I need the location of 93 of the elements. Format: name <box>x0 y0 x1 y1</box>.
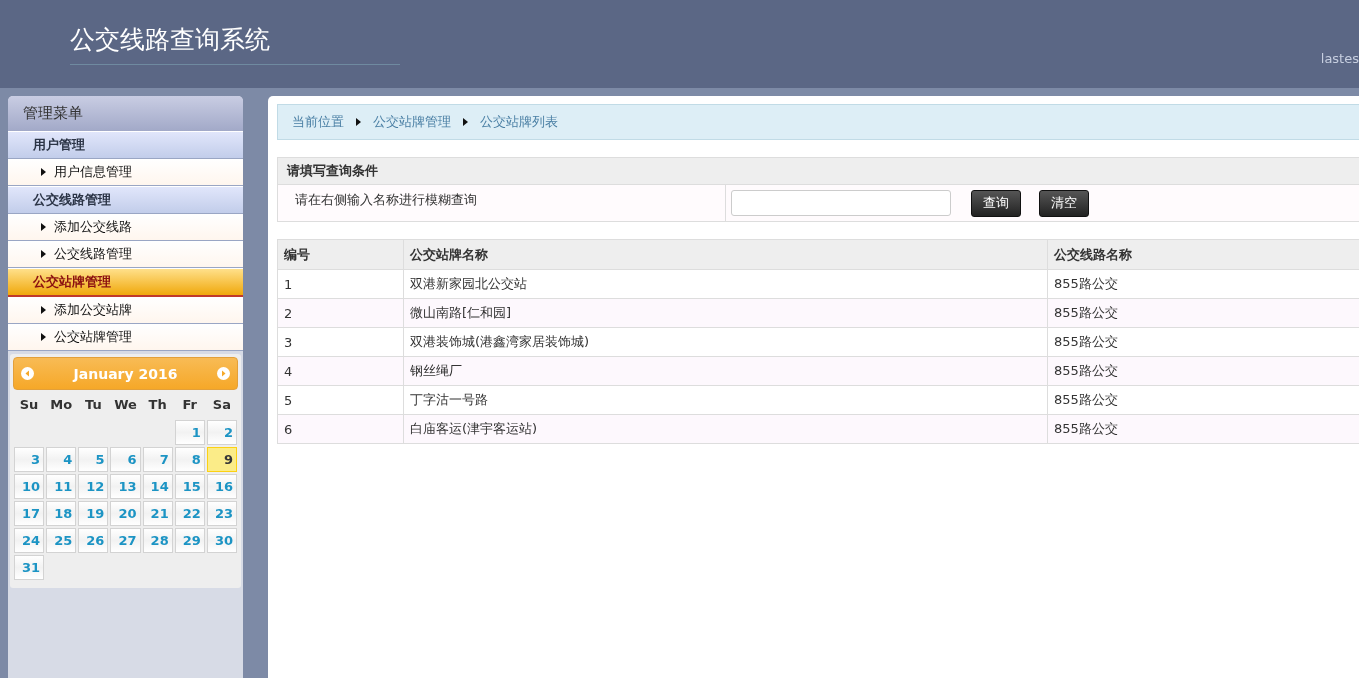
triangle-icon <box>356 118 361 126</box>
calendar-day[interactable]: 9 <box>206 447 237 472</box>
menu-item-label: 公交线路管理 <box>54 245 132 263</box>
column-header: 编号 <box>277 239 404 270</box>
calendar-day[interactable]: 8 <box>174 447 205 472</box>
triangle-icon <box>463 118 468 126</box>
menu-group[interactable]: 公交站牌管理 <box>8 268 243 297</box>
breadcrumb-link[interactable]: 公交站牌列表 <box>480 113 558 131</box>
calendar-day[interactable]: 10 <box>14 474 45 499</box>
system-title: 公交线路查询系统 <box>70 23 400 65</box>
table-cell: 4 <box>277 356 404 386</box>
table-cell: 855路公交 <box>1047 385 1359 415</box>
query-title: 请填写查询条件 <box>278 158 1359 185</box>
calendar-day[interactable]: 23 <box>206 501 237 526</box>
calendar-day[interactable]: 25 <box>46 528 77 553</box>
table-cell: 855路公交 <box>1047 356 1359 386</box>
menu-item[interactable]: 添加公交站牌 <box>8 297 243 324</box>
menu-item[interactable]: 公交站牌管理 <box>8 324 243 351</box>
calendar-day[interactable]: 24 <box>14 528 45 553</box>
breadcrumb-link[interactable]: 当前位置 <box>292 113 344 131</box>
table-cell: 微山南路[仁和园] <box>403 298 1048 328</box>
sidebar-title: 管理菜单 <box>8 96 243 131</box>
calendar-day[interactable]: 4 <box>46 447 77 472</box>
menu-item-label: 添加公交站牌 <box>54 301 132 319</box>
calendar-day[interactable]: 5 <box>78 447 109 472</box>
calendar-day[interactable]: 11 <box>46 474 77 499</box>
calendar-day[interactable]: 17 <box>14 501 45 526</box>
triangle-icon <box>41 333 46 341</box>
previous-icon[interactable] <box>21 367 34 380</box>
weekday-label: Tu <box>84 396 103 414</box>
search-field[interactable] <box>731 190 951 216</box>
calendar-day[interactable]: 12 <box>78 474 109 499</box>
calendar-day[interactable]: 2 <box>206 420 237 445</box>
calendar-day[interactable]: 1 <box>174 420 205 445</box>
table-cell: 3 <box>277 327 404 357</box>
triangle-icon <box>41 223 46 231</box>
calendar-day[interactable]: 21 <box>142 501 173 526</box>
weekday-label: Sa <box>211 396 232 414</box>
calendar-day[interactable]: 22 <box>174 501 205 526</box>
table-cell: 双港装饰城(港鑫湾家居装饰城) <box>403 327 1048 357</box>
menu-item-label: 添加公交线路 <box>54 218 132 236</box>
breadcrumb-link[interactable]: 公交站牌管理 <box>373 113 451 131</box>
calendar-day[interactable]: 15 <box>174 474 205 499</box>
triangle-icon <box>41 168 46 176</box>
menu-item[interactable]: 公交线路管理 <box>8 241 243 268</box>
triangle-icon <box>41 250 46 258</box>
calendar-day[interactable]: 27 <box>110 528 141 553</box>
menu-item-label: 公交站牌管理 <box>54 328 132 346</box>
calendar-day[interactable]: 7 <box>142 447 173 472</box>
calendar-day[interactable]: 6 <box>110 447 141 472</box>
calendar-day[interactable]: 20 <box>110 501 141 526</box>
menu-group[interactable]: 用户管理 <box>8 131 243 159</box>
table-cell: 855路公交 <box>1047 269 1359 299</box>
weekday-label: We <box>113 396 138 414</box>
menu-group[interactable]: 公交线路管理 <box>8 186 243 214</box>
calendar-day[interactable]: 13 <box>110 474 141 499</box>
weekday-label: Fr <box>181 396 198 414</box>
calendar-month: January 2016 <box>73 365 178 382</box>
table-cell: 2 <box>277 298 404 328</box>
triangle-icon <box>41 306 46 314</box>
query-hint: 请在右侧输入名称进行模糊查询 <box>278 185 726 221</box>
calendar-day[interactable]: 18 <box>46 501 77 526</box>
user-text: lastes <box>1320 51 1359 66</box>
table-cell: 1 <box>277 269 404 299</box>
clear-button[interactable]: 清空 <box>1039 189 1089 217</box>
column-header: 公交线路名称 <box>1047 239 1359 270</box>
menu-item[interactable]: 用户信息管理 <box>8 159 243 186</box>
table-cell: 钢丝绳厂 <box>403 356 1048 386</box>
calendar-day[interactable]: 31 <box>14 555 45 580</box>
table-cell: 丁字沽一号路 <box>403 385 1048 415</box>
weekday-label: Su <box>18 396 40 414</box>
calendar-day[interactable]: 19 <box>78 501 109 526</box>
next-icon[interactable] <box>217 367 230 380</box>
calendar-day[interactable]: 28 <box>142 528 173 553</box>
table-cell: 5 <box>277 385 404 415</box>
table-cell: 855路公交 <box>1047 298 1359 328</box>
calendar-day[interactable]: 26 <box>78 528 109 553</box>
calendar-day[interactable]: 16 <box>206 474 237 499</box>
menu-item[interactable]: 添加公交线路 <box>8 214 243 241</box>
table-cell: 855路公交 <box>1047 414 1359 444</box>
calendar-day[interactable]: 30 <box>206 528 237 553</box>
calendar-day[interactable]: 14 <box>142 474 173 499</box>
search-button[interactable]: 查询 <box>971 189 1021 217</box>
table-cell: 6 <box>277 414 404 444</box>
column-header: 公交站牌名称 <box>403 239 1048 270</box>
calendar-day[interactable]: 29 <box>174 528 205 553</box>
menu-item-label: 用户信息管理 <box>54 163 132 181</box>
weekday-label: Th <box>147 396 168 414</box>
table-cell: 双港新家园北公交站 <box>403 269 1048 299</box>
table-cell: 白庙客运(津宇客运站) <box>403 414 1048 444</box>
table-cell: 855路公交 <box>1047 327 1359 357</box>
weekday-label: Mo <box>49 396 74 414</box>
calendar-day[interactable]: 3 <box>14 447 45 472</box>
